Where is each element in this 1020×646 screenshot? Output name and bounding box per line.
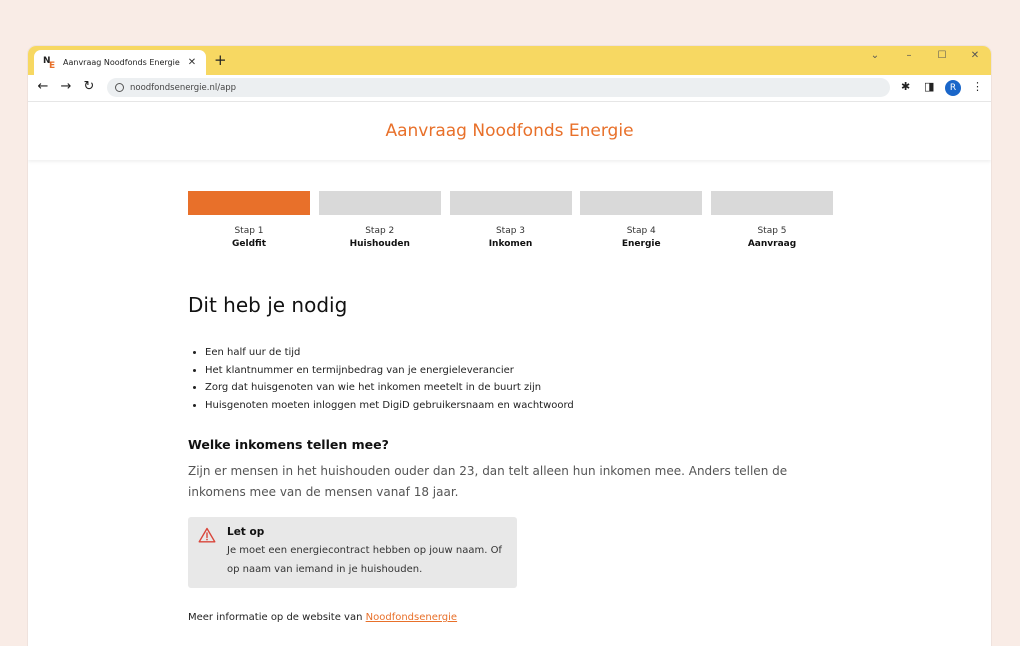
tab-strip: N E Aanvraag Noodfonds Energie ✕ + ⌄ – ☐… [28,46,991,75]
browser-tab[interactable]: N E Aanvraag Noodfonds Energie ✕ [34,50,206,75]
page-header: Aanvraag Noodfonds Energie [28,102,991,160]
page-content: Stap 1 Geldfit Stap 2 Huishouden Stap 3 … [188,191,833,623]
step-name: Geldfit [232,239,266,249]
income-heading: Welke inkomens tellen mee? [188,437,389,452]
page-title: Aanvraag Noodfonds Energie [385,121,634,141]
step-number: Stap 1 [234,226,264,236]
step-name: Energie [621,239,661,249]
requirements-list: Een half uur de tijd Het klantnummer en … [188,344,833,414]
step-bar [188,191,310,215]
step-name: Aanvraag [747,239,797,249]
alert-text: Je moet een energiecontract hebben op jo… [227,545,502,575]
step-3: Stap 3 Inkomen [449,191,572,249]
url-text[interactable]: noodfondsenergie.nl/app [130,83,236,93]
more-info: Meer informatie op de website van Noodfo… [188,612,833,623]
step-bar [711,191,833,215]
step-2: Stap 2 Huishouden [318,191,441,249]
alert-title: Let op [227,526,265,538]
list-item: Een half uur de tijd [205,344,833,362]
step-number: Stap 3 [495,226,526,236]
browser-menu-icon[interactable]: ⋮ [972,80,983,93]
section-heading: Dit heb je nodig [188,293,348,317]
maximize-icon[interactable]: ☐ [935,50,949,61]
address-bar[interactable]: noodfondsenergie.nl/app [107,78,890,97]
favicon-icon: N E [43,55,56,71]
list-item: Zorg dat huisgenoten van wie het inkomen… [205,379,833,397]
step-1: Stap 1 Geldfit [188,191,310,249]
step-number: Stap 5 [757,226,787,236]
more-info-text: Meer informatie op de website van [188,612,366,623]
extensions-icon[interactable]: ✱ [901,80,910,93]
warning-alert: Let op Je moet een energiecontract hebbe… [188,517,517,588]
reload-icon[interactable]: ↻ [81,79,97,94]
back-icon[interactable]: ← [35,79,51,94]
browser-window: N E Aanvraag Noodfonds Energie ✕ + ⌄ – ☐… [28,46,991,646]
tab-title: Aanvraag Noodfonds Energie [63,58,180,67]
minimize-icon[interactable]: – [902,50,916,61]
side-panel-icon[interactable]: ◨ [924,80,934,93]
browser-toolbar: ← → ↻ noodfondsenergie.nl/app ✱ ◨ R ⋮ [28,75,991,102]
step-number: Stap 2 [365,226,395,236]
profile-avatar[interactable]: R [945,80,961,96]
site-info-icon[interactable] [115,83,124,92]
close-tab-icon[interactable]: ✕ [186,57,198,68]
step-name: Huishouden [349,239,410,249]
new-tab-icon[interactable]: + [214,52,227,68]
step-name: Inkomen [488,239,533,249]
step-bar [449,191,572,215]
close-window-icon[interactable]: ✕ [968,50,982,61]
warning-triangle-icon [198,527,216,547]
step-number: Stap 4 [626,226,656,236]
noodfondsenergie-link[interactable]: Noodfondsenergie [366,612,457,623]
list-item: Huisgenoten moeten inloggen met DigiD ge… [205,397,833,415]
step-bar [318,191,441,215]
income-paragraph: Zijn er mensen in het huishouden ouder d… [188,464,788,499]
step-5: Stap 5 Aanvraag [711,191,833,249]
step-4: Stap 4 Energie [580,191,703,249]
list-item: Het klantnummer en termijnbedrag van je … [205,362,833,380]
step-bar [580,191,703,215]
tab-search-icon[interactable]: ⌄ [868,50,882,61]
progress-steps: Stap 1 Geldfit Stap 2 Huishouden Stap 3 … [188,191,833,249]
forward-icon[interactable]: → [58,79,74,94]
